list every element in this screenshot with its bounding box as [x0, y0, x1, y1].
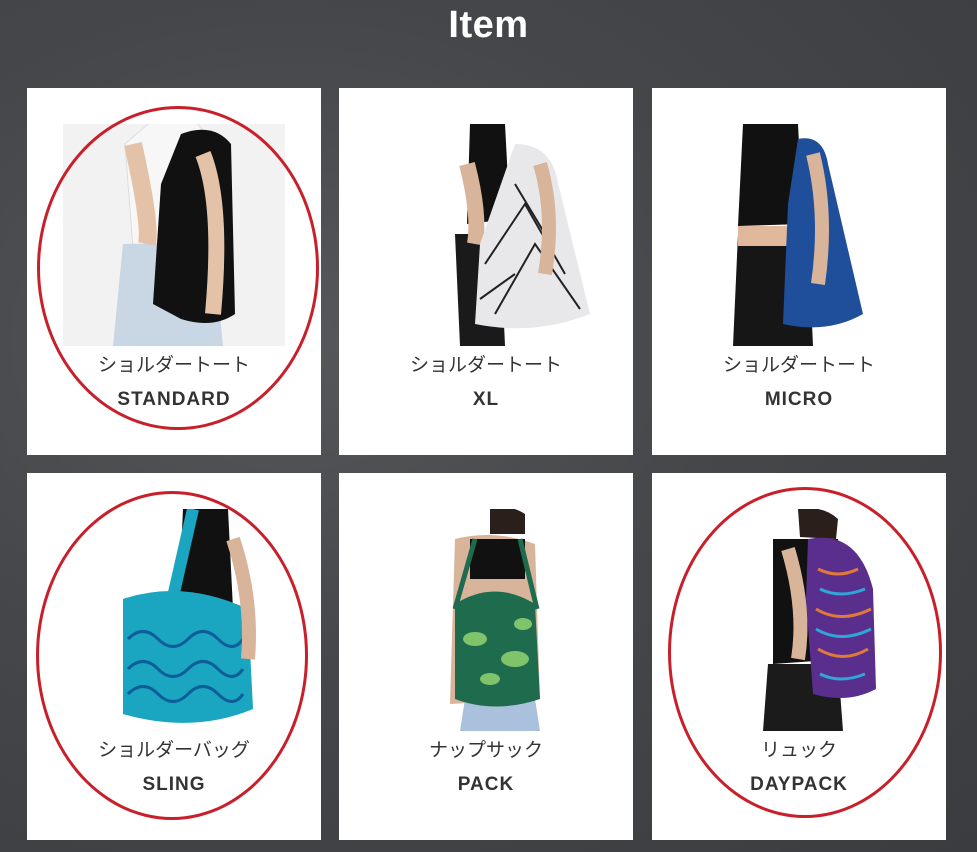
product-name[interactable]: SLING	[27, 774, 321, 796]
product-category: ショルダーバッグ	[98, 739, 250, 761]
product-category: ショルダートート	[722, 354, 875, 376]
product-image-micro[interactable]	[688, 124, 910, 346]
product-card-sling[interactable]: ショルダーバッグ SLING	[27, 473, 321, 840]
product-image-pack[interactable]	[375, 509, 597, 731]
product-card-daypack[interactable]: リュック DAYPACK	[652, 473, 946, 840]
product-image-daypack[interactable]	[688, 509, 910, 731]
product-image-sling[interactable]	[63, 509, 285, 731]
product-name[interactable]: MICRO	[652, 389, 946, 411]
product-category: リュック	[760, 739, 837, 761]
product-category: ショルダートート	[409, 354, 562, 376]
product-card-micro[interactable]: ショルダートート MICRO	[652, 88, 946, 455]
product-card-xl[interactable]: ショルダートート XL	[339, 88, 633, 455]
product-name[interactable]: PACK	[339, 774, 633, 796]
page-title: Item	[448, 4, 529, 46]
product-name[interactable]: XL	[339, 389, 633, 411]
product-name[interactable]: DAYPACK	[652, 774, 946, 796]
product-category: ショルダートート	[97, 354, 250, 376]
product-card-pack[interactable]: ナップサック PACK	[339, 473, 633, 840]
product-name[interactable]: STANDARD	[27, 389, 321, 411]
product-category: ナップサック	[428, 739, 543, 761]
product-image-xl[interactable]	[375, 124, 597, 346]
product-image-standard[interactable]	[63, 124, 285, 346]
product-card-standard[interactable]: ショルダートート STANDARD	[27, 88, 321, 455]
